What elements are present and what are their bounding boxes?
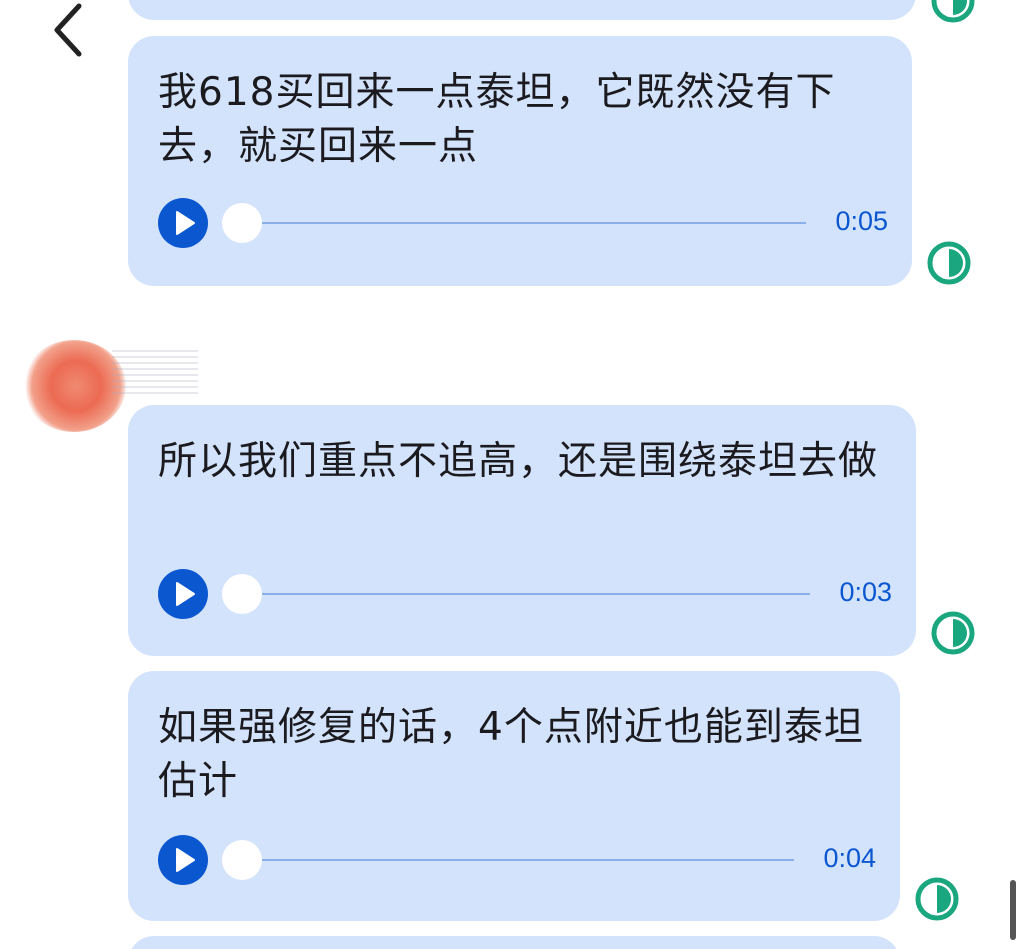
play-button[interactable] xyxy=(158,198,208,248)
chevron-left-icon xyxy=(54,3,82,57)
message-bubble-partial-top xyxy=(128,0,916,20)
back-button[interactable] xyxy=(34,0,104,60)
progress-track[interactable] xyxy=(242,593,810,595)
message-bubble: 我618买回来一点泰坦，它既然没有下去，就买回来一点 0:05 xyxy=(128,36,912,286)
voice-player: 0:04 xyxy=(158,833,876,885)
sender-name-blurred xyxy=(112,350,198,394)
play-button[interactable] xyxy=(158,835,208,885)
progress-knob[interactable] xyxy=(222,203,262,243)
scrollbar[interactable] xyxy=(1010,880,1016,940)
message-bubble: 如果强修复的话，4个点附近也能到泰坦估计 0:04 xyxy=(128,671,900,921)
message-bubble: 所以我们重点不追高，还是围绕泰坦去做 0:03 xyxy=(128,405,916,656)
play-icon xyxy=(176,582,195,606)
voice-duration: 0:05 xyxy=(835,206,888,236)
progress-track[interactable] xyxy=(242,859,794,861)
progress-knob[interactable] xyxy=(222,574,262,614)
play-button[interactable] xyxy=(158,569,208,619)
voice-player: 0:03 xyxy=(158,567,892,619)
play-icon xyxy=(176,848,195,872)
half-circle-status-icon xyxy=(927,241,971,285)
chat-screen: 我618买回来一点泰坦，它既然没有下去，就买回来一点 0:05 所以我们重点不追… xyxy=(0,0,1024,949)
voice-player: 0:05 xyxy=(158,196,888,248)
progress-track[interactable] xyxy=(242,222,806,224)
message-bubble-partial-bottom xyxy=(128,936,900,949)
voice-duration: 0:04 xyxy=(823,843,876,873)
message-text: 所以我们重点不追高，还是围绕泰坦去做 xyxy=(158,439,879,484)
half-circle-status-icon xyxy=(915,877,959,921)
play-icon xyxy=(176,211,195,235)
avatar[interactable] xyxy=(22,340,126,432)
half-circle-status-icon xyxy=(931,611,975,655)
progress-knob[interactable] xyxy=(222,840,262,880)
message-text: 我618买回来一点泰坦，它既然没有下去，就买回来一点 xyxy=(158,70,836,169)
voice-duration: 0:03 xyxy=(839,577,892,607)
half-circle-status-icon xyxy=(931,0,975,23)
message-text: 如果强修复的话，4个点附近也能到泰坦估计 xyxy=(158,705,864,804)
